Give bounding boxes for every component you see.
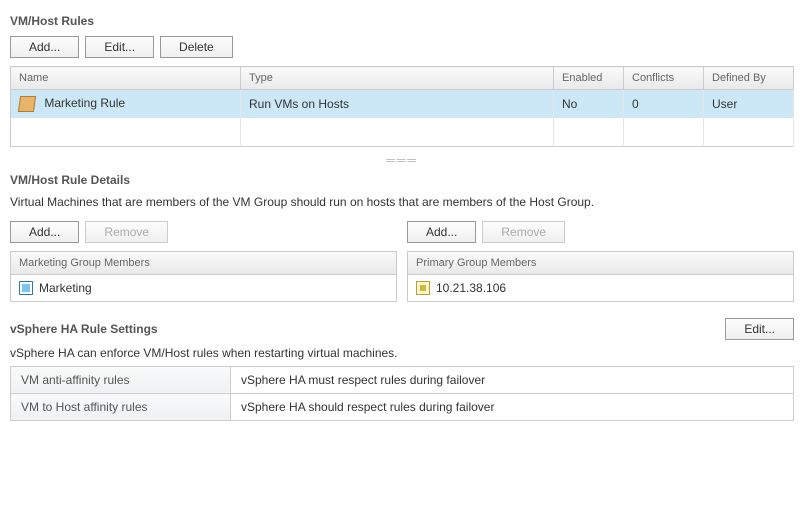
- vmgroup-panel: Marketing Group Members Marketing: [10, 251, 397, 302]
- rules-table: Name Type Enabled Conflicts Defined By M…: [10, 66, 794, 147]
- hostgroup-header: Primary Group Members: [408, 252, 793, 275]
- hostgroup-add-button[interactable]: Add...: [407, 221, 476, 243]
- ha-row-value: vSphere HA should respect rules during f…: [231, 393, 794, 420]
- vmgroup-item-label: Marketing: [39, 281, 92, 295]
- table-row: VM anti-affinity rules vSphere HA must r…: [11, 366, 794, 393]
- hostgroup-panel: Primary Group Members 10.21.38.106: [407, 251, 794, 302]
- table-row: VM to Host affinity rules vSphere HA sho…: [11, 393, 794, 420]
- rule-name: Marketing Rule: [44, 96, 125, 110]
- ha-settings-title: vSphere HA Rule Settings: [10, 322, 158, 336]
- ha-row-key: VM to Host affinity rules: [11, 393, 231, 420]
- vmgroup-header: Marketing Group Members: [11, 252, 396, 275]
- list-item[interactable]: Marketing: [11, 275, 396, 301]
- ha-row-value: vSphere HA must respect rules during fai…: [231, 366, 794, 393]
- col-name[interactable]: Name: [11, 67, 241, 90]
- col-enabled[interactable]: Enabled: [554, 67, 624, 90]
- add-rule-button[interactable]: Add...: [10, 36, 79, 58]
- edit-rule-button[interactable]: Edit...: [85, 36, 154, 58]
- vm-host-rules-title: VM/Host Rules: [10, 14, 794, 28]
- delete-rule-button[interactable]: Delete: [160, 36, 233, 58]
- ha-description: vSphere HA can enforce VM/Host rules whe…: [10, 346, 794, 360]
- ha-edit-button[interactable]: Edit...: [725, 318, 794, 340]
- rule-icon: [18, 96, 36, 112]
- vm-group-icon: [19, 281, 33, 295]
- ha-rules-table: VM anti-affinity rules vSphere HA must r…: [10, 366, 794, 421]
- vmgroup-remove-button: Remove: [85, 221, 168, 243]
- col-conflicts[interactable]: Conflicts: [624, 67, 704, 90]
- rule-enabled: No: [554, 90, 624, 119]
- rules-toolbar: Add... Edit... Delete: [10, 36, 794, 58]
- rule-conflicts: 0: [624, 90, 704, 119]
- rule-definedby: User: [704, 90, 794, 119]
- col-type[interactable]: Type: [241, 67, 554, 90]
- hostgroup-remove-button: Remove: [482, 221, 565, 243]
- splitter-grip-icon[interactable]: ═══: [10, 153, 794, 167]
- table-row-empty: [11, 118, 794, 146]
- rule-details-description: Virtual Machines that are members of the…: [10, 195, 794, 209]
- ha-row-key: VM anti-affinity rules: [11, 366, 231, 393]
- vmgroup-add-button[interactable]: Add...: [10, 221, 79, 243]
- rule-type: Run VMs on Hosts: [241, 90, 554, 119]
- rule-details-title: VM/Host Rule Details: [10, 173, 794, 187]
- table-row[interactable]: Marketing Rule Run VMs on Hosts No 0 Use…: [11, 90, 794, 119]
- col-definedby[interactable]: Defined By: [704, 67, 794, 90]
- host-icon: [416, 281, 430, 295]
- list-item[interactable]: 10.21.38.106: [408, 275, 793, 301]
- hostgroup-item-label: 10.21.38.106: [436, 281, 506, 295]
